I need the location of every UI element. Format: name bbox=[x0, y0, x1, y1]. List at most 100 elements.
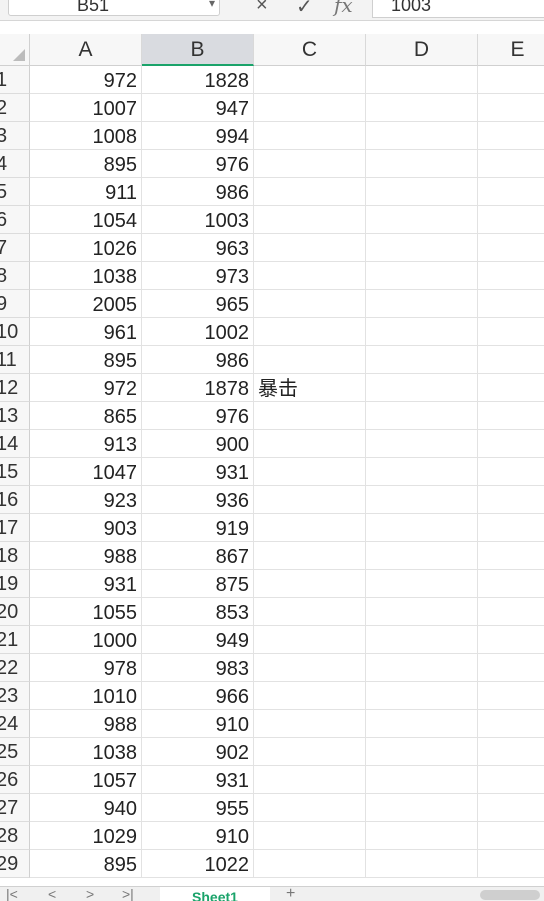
row-header[interactable]: 2 bbox=[0, 94, 30, 122]
cell-d[interactable] bbox=[366, 598, 478, 626]
row-header[interactable]: 21 bbox=[0, 626, 30, 654]
cell-b[interactable]: 1878 bbox=[142, 374, 254, 402]
cell-e[interactable] bbox=[478, 94, 544, 122]
cell-a[interactable]: 978 bbox=[30, 654, 142, 682]
row-header[interactable]: 20 bbox=[0, 598, 30, 626]
cell-d[interactable] bbox=[366, 822, 478, 850]
cell-b[interactable]: 983 bbox=[142, 654, 254, 682]
cell-d[interactable] bbox=[366, 290, 478, 318]
cell-c[interactable] bbox=[254, 570, 366, 598]
column-header-d[interactable]: D bbox=[366, 34, 478, 66]
cell-a[interactable]: 961 bbox=[30, 318, 142, 346]
cell-c[interactable] bbox=[254, 290, 366, 318]
cell-d[interactable] bbox=[366, 626, 478, 654]
cell-e[interactable] bbox=[478, 178, 544, 206]
cell-c[interactable] bbox=[254, 458, 366, 486]
cell-e[interactable] bbox=[478, 122, 544, 150]
cell-e[interactable] bbox=[478, 682, 544, 710]
cell-b[interactable]: 910 bbox=[142, 710, 254, 738]
cell-b[interactable]: 965 bbox=[142, 290, 254, 318]
row-header[interactable]: 1 bbox=[0, 66, 30, 94]
last-sheet-icon[interactable]: >| bbox=[122, 887, 134, 901]
row-header[interactable]: 8 bbox=[0, 262, 30, 290]
sheet-tab[interactable]: Sheet1 bbox=[160, 887, 270, 901]
prev-sheet-icon[interactable]: < bbox=[48, 887, 56, 901]
cell-a[interactable]: 931 bbox=[30, 570, 142, 598]
cell-a[interactable]: 1029 bbox=[30, 822, 142, 850]
cell-e[interactable] bbox=[478, 458, 544, 486]
cell-b[interactable]: 973 bbox=[142, 262, 254, 290]
cell-b[interactable]: 900 bbox=[142, 430, 254, 458]
cell-d[interactable] bbox=[366, 850, 478, 878]
cell-d[interactable] bbox=[366, 206, 478, 234]
row-header[interactable]: 15 bbox=[0, 458, 30, 486]
cell-d[interactable] bbox=[366, 318, 478, 346]
cell-a[interactable]: 1008 bbox=[30, 122, 142, 150]
cell-c[interactable] bbox=[254, 682, 366, 710]
cell-c[interactable]: 暴击 bbox=[254, 374, 366, 402]
cell-d[interactable] bbox=[366, 402, 478, 430]
row-header[interactable]: 18 bbox=[0, 542, 30, 570]
row-header[interactable]: 9 bbox=[0, 290, 30, 318]
cell-b[interactable]: 853 bbox=[142, 598, 254, 626]
cell-c[interactable] bbox=[254, 766, 366, 794]
cell-c[interactable] bbox=[254, 94, 366, 122]
cell-e[interactable] bbox=[478, 598, 544, 626]
cell-a[interactable]: 903 bbox=[30, 514, 142, 542]
row-header[interactable]: 13 bbox=[0, 402, 30, 430]
cell-a[interactable]: 895 bbox=[30, 150, 142, 178]
cell-c[interactable] bbox=[254, 542, 366, 570]
cell-c[interactable] bbox=[254, 122, 366, 150]
cell-b[interactable]: 936 bbox=[142, 486, 254, 514]
cell-a[interactable]: 972 bbox=[30, 374, 142, 402]
cell-e[interactable] bbox=[478, 794, 544, 822]
cell-d[interactable] bbox=[366, 66, 478, 94]
cell-e[interactable] bbox=[478, 234, 544, 262]
cell-c[interactable] bbox=[254, 710, 366, 738]
cell-d[interactable] bbox=[366, 542, 478, 570]
cell-c[interactable] bbox=[254, 486, 366, 514]
cell-d[interactable] bbox=[366, 486, 478, 514]
cell-a[interactable]: 1055 bbox=[30, 598, 142, 626]
row-header[interactable]: 25 bbox=[0, 738, 30, 766]
cell-e[interactable] bbox=[478, 542, 544, 570]
cell-a[interactable]: 972 bbox=[30, 66, 142, 94]
row-header[interactable]: 27 bbox=[0, 794, 30, 822]
cell-c[interactable] bbox=[254, 262, 366, 290]
cell-c[interactable] bbox=[254, 150, 366, 178]
cell-e[interactable] bbox=[478, 374, 544, 402]
cell-a[interactable]: 1007 bbox=[30, 94, 142, 122]
row-header[interactable]: 4 bbox=[0, 150, 30, 178]
cell-b[interactable]: 966 bbox=[142, 682, 254, 710]
cell-d[interactable] bbox=[366, 738, 478, 766]
cell-d[interactable] bbox=[366, 178, 478, 206]
first-sheet-icon[interactable]: |< bbox=[6, 887, 18, 901]
row-header[interactable]: 28 bbox=[0, 822, 30, 850]
cell-a[interactable]: 911 bbox=[30, 178, 142, 206]
cell-e[interactable] bbox=[478, 486, 544, 514]
cell-b[interactable]: 949 bbox=[142, 626, 254, 654]
cell-a[interactable]: 895 bbox=[30, 850, 142, 878]
column-header-b[interactable]: B bbox=[142, 34, 254, 66]
cell-c[interactable] bbox=[254, 626, 366, 654]
cell-b[interactable]: 986 bbox=[142, 346, 254, 374]
cell-e[interactable] bbox=[478, 262, 544, 290]
cell-b[interactable]: 1002 bbox=[142, 318, 254, 346]
cell-b[interactable]: 986 bbox=[142, 178, 254, 206]
cell-e[interactable] bbox=[478, 710, 544, 738]
cell-d[interactable] bbox=[366, 374, 478, 402]
next-sheet-icon[interactable]: > bbox=[86, 887, 94, 901]
cell-a[interactable]: 1057 bbox=[30, 766, 142, 794]
cell-a[interactable]: 923 bbox=[30, 486, 142, 514]
row-header[interactable]: 16 bbox=[0, 486, 30, 514]
row-header[interactable]: 10 bbox=[0, 318, 30, 346]
cell-c[interactable] bbox=[254, 346, 366, 374]
cell-a[interactable]: 1047 bbox=[30, 458, 142, 486]
row-header[interactable]: 17 bbox=[0, 514, 30, 542]
formula-input[interactable]: 1003 bbox=[372, 0, 544, 18]
cell-e[interactable] bbox=[478, 570, 544, 598]
cell-c[interactable] bbox=[254, 794, 366, 822]
cell-a[interactable]: 1000 bbox=[30, 626, 142, 654]
column-header-c[interactable]: C bbox=[254, 34, 366, 66]
cell-a[interactable]: 1026 bbox=[30, 234, 142, 262]
